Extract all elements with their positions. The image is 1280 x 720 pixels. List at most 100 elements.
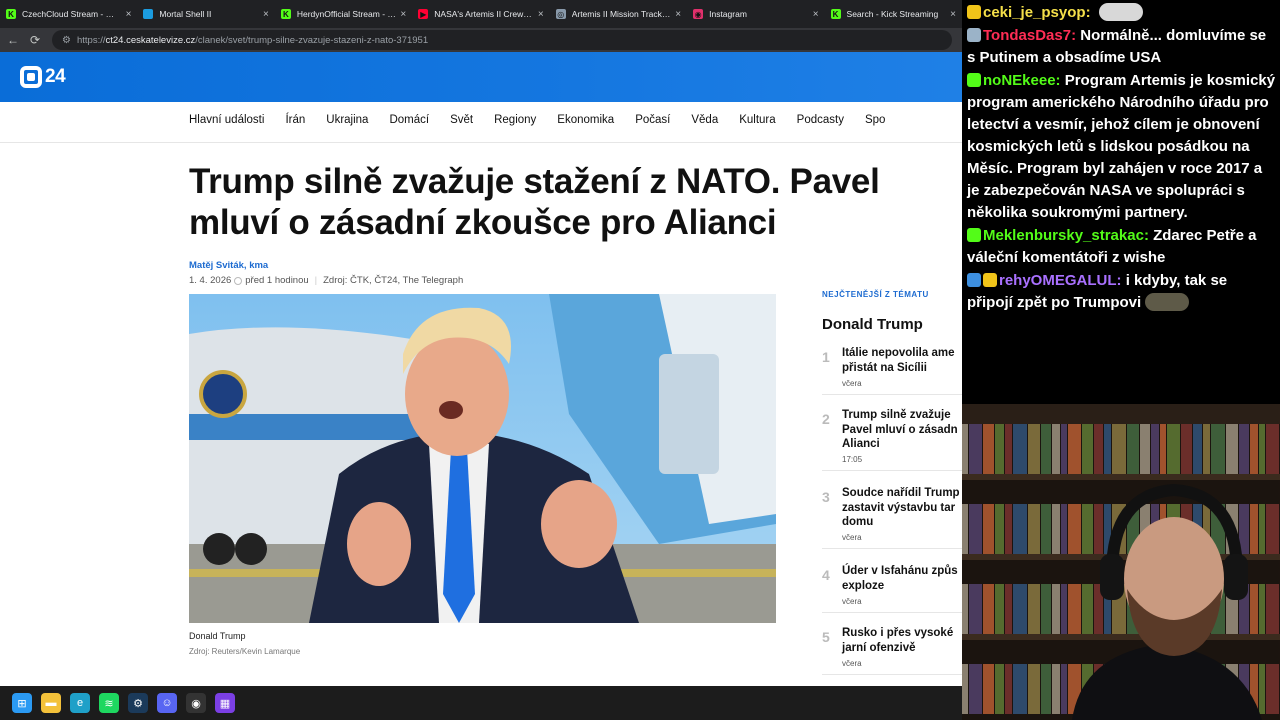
sidebar-divider: [822, 612, 962, 613]
chat-text: Program Artemis je kosmický program amer…: [967, 72, 1276, 221]
nav-item[interactable]: Domácí: [389, 114, 429, 130]
app-grid-icon[interactable]: ▦: [215, 693, 235, 713]
book-spine: [1013, 664, 1027, 714]
nav-item[interactable]: Svět: [450, 114, 473, 130]
taskbar: ⊞ ▬ e ≋ ⚙ ☺ ◉ ▦: [0, 686, 962, 720]
book-spine: [1266, 664, 1279, 714]
edge-icon[interactable]: e: [70, 693, 90, 713]
ct-logo-icon: [20, 66, 42, 88]
close-tab-icon[interactable]: ×: [263, 9, 269, 20]
nav-item[interactable]: Regiony: [494, 114, 536, 130]
nav-item[interactable]: Spo: [865, 114, 885, 130]
nav-item[interactable]: Počasí: [635, 114, 670, 130]
site-info-icon[interactable]: ⚙: [62, 35, 71, 46]
tab-label: Instagram: [709, 9, 747, 19]
article-age: před 1 hodinou: [245, 275, 309, 286]
youtube-icon: ▶: [418, 9, 429, 19]
browser-tab[interactable]: ◎ Artemis II Mission Tracker | Liv×: [550, 0, 687, 28]
sidebar-article-title[interactable]: Itálie nepovolila ame přistát na Sicílii: [842, 346, 962, 375]
book-spine: [1052, 664, 1060, 714]
book-spine: [1005, 424, 1012, 474]
article-headline: Trump silně zvažuje stažení z NATO. Pave…: [189, 162, 880, 242]
meta-separator: |: [314, 275, 318, 286]
ct24-logo[interactable]: 24: [20, 66, 66, 88]
tab-label: CzechCloud Stream - Watch Liv: [22, 9, 122, 19]
close-tab-icon[interactable]: ×: [950, 9, 956, 20]
nav-item[interactable]: Ukrajina: [326, 114, 368, 130]
book-spine: [1250, 424, 1258, 474]
sidebar-article-title[interactable]: Úder v Isfahánu způs exploze: [842, 564, 962, 593]
book-spine: [1028, 664, 1040, 714]
browser-tab[interactable]: Mortal Shell II ×: [137, 0, 274, 28]
chat-badge-icon: [967, 5, 981, 19]
article-author[interactable]: Matěj Sviták, kma: [189, 260, 268, 271]
browser-tab[interactable]: K HerdynOfficial Stream - Watch×: [275, 0, 412, 28]
spotify-icon[interactable]: ≋: [99, 693, 119, 713]
browser-tab[interactable]: K Search - Kick Streaming ×: [825, 0, 962, 28]
book-spine: [1041, 424, 1051, 474]
compass-icon: ◎: [555, 9, 566, 19]
article-source: Zdroj: ČTK, ČT24, The Telegraph: [323, 275, 464, 286]
book-spine: [1266, 504, 1279, 554]
close-tab-icon[interactable]: ×: [813, 9, 819, 20]
sidebar-title[interactable]: Donald Trump: [822, 316, 962, 333]
photo-credit: Zdroj: Reuters/Kevin Lamarque: [189, 647, 301, 656]
chat-username[interactable]: ceki_je_psyop: [983, 4, 1086, 21]
book-spine: [995, 664, 1004, 714]
sidebar-divider: [822, 394, 962, 395]
chat-colon: :: [1085, 4, 1095, 21]
nav-item[interactable]: Hlavní události: [189, 114, 264, 130]
browser-tab[interactable]: K CzechCloud Stream - Watch Liv ×: [0, 0, 137, 28]
webcam-feed: [962, 404, 1280, 720]
back-arrow-icon[interactable]: ←: [4, 31, 22, 49]
chat-colon: :: [1116, 272, 1126, 289]
book-spine: [983, 584, 994, 634]
clock-icon: [234, 276, 243, 285]
rank-number: 2: [822, 411, 830, 427]
steam-icon[interactable]: ⚙: [128, 693, 148, 713]
book-spine: [1061, 424, 1067, 474]
sidebar-article-title[interactable]: Rusko i přes vysoké jarní ofenzivě: [842, 626, 962, 655]
browser-tab[interactable]: ▶ NASA's Artemis II Crew Launch ×: [412, 0, 549, 28]
reload-icon[interactable]: ⟳: [26, 31, 44, 49]
chat-colon: :: [1071, 27, 1081, 44]
chat-colon: :: [1055, 72, 1065, 89]
nav-item[interactable]: Věda: [691, 114, 718, 130]
book-spine: [995, 424, 1004, 474]
obs-icon[interactable]: ◉: [186, 693, 206, 713]
close-tab-icon[interactable]: ×: [126, 9, 132, 20]
url-input[interactable]: ⚙ https://ct24.ceskatelevize.cz/clanek/s…: [52, 30, 952, 50]
book-spine: [1266, 584, 1279, 634]
chat-message: Meklenbursky_strakac: Zdarec Petře a vál…: [967, 225, 1276, 269]
browser-tab[interactable]: ◉ Instagram ×: [687, 0, 824, 28]
sidebar-article-time: včera: [842, 379, 862, 388]
sidebar-article-title[interactable]: Soudce nařídil Trump zastavit výstavbu t…: [842, 486, 962, 530]
file-explorer-icon[interactable]: ▬: [41, 693, 61, 713]
windows-start-icon[interactable]: ⊞: [12, 693, 32, 713]
book-spine: [1068, 584, 1081, 634]
chat-username[interactable]: rehyOMEGALUL: [999, 272, 1117, 289]
tab-label: HerdynOfficial Stream - Watch: [296, 9, 397, 19]
book-spine: [983, 664, 994, 714]
chat-username[interactable]: TondasDas7: [983, 27, 1071, 44]
chat-badge-icon: [967, 28, 981, 42]
nav-item[interactable]: Írán: [285, 114, 305, 130]
article-photo[interactable]: [189, 294, 776, 623]
chat-message: TondasDas7: Normálně... domluvíme se s P…: [967, 25, 1276, 69]
close-tab-icon[interactable]: ×: [400, 9, 406, 20]
discord-icon[interactable]: ☺: [157, 693, 177, 713]
close-tab-icon[interactable]: ×: [538, 9, 544, 20]
book-spine: [1028, 504, 1040, 554]
nav-item[interactable]: Ekonomika: [557, 114, 614, 130]
chat-username[interactable]: Meklenbursky_strakac: [983, 227, 1144, 244]
chat-username[interactable]: noNEkeee: [983, 72, 1056, 89]
book-spine: [1052, 584, 1060, 634]
book-spine: [983, 424, 994, 474]
close-tab-icon[interactable]: ×: [675, 9, 681, 20]
book-spine: [1082, 504, 1093, 554]
sidebar-article-title[interactable]: Trump silně zvažuje Pavel mluví o zásadn…: [842, 408, 962, 452]
book-spine: [995, 584, 1004, 634]
chat-emote-icon: [1145, 293, 1190, 311]
nav-item[interactable]: Podcasty: [797, 114, 844, 130]
nav-item[interactable]: Kultura: [739, 114, 775, 130]
